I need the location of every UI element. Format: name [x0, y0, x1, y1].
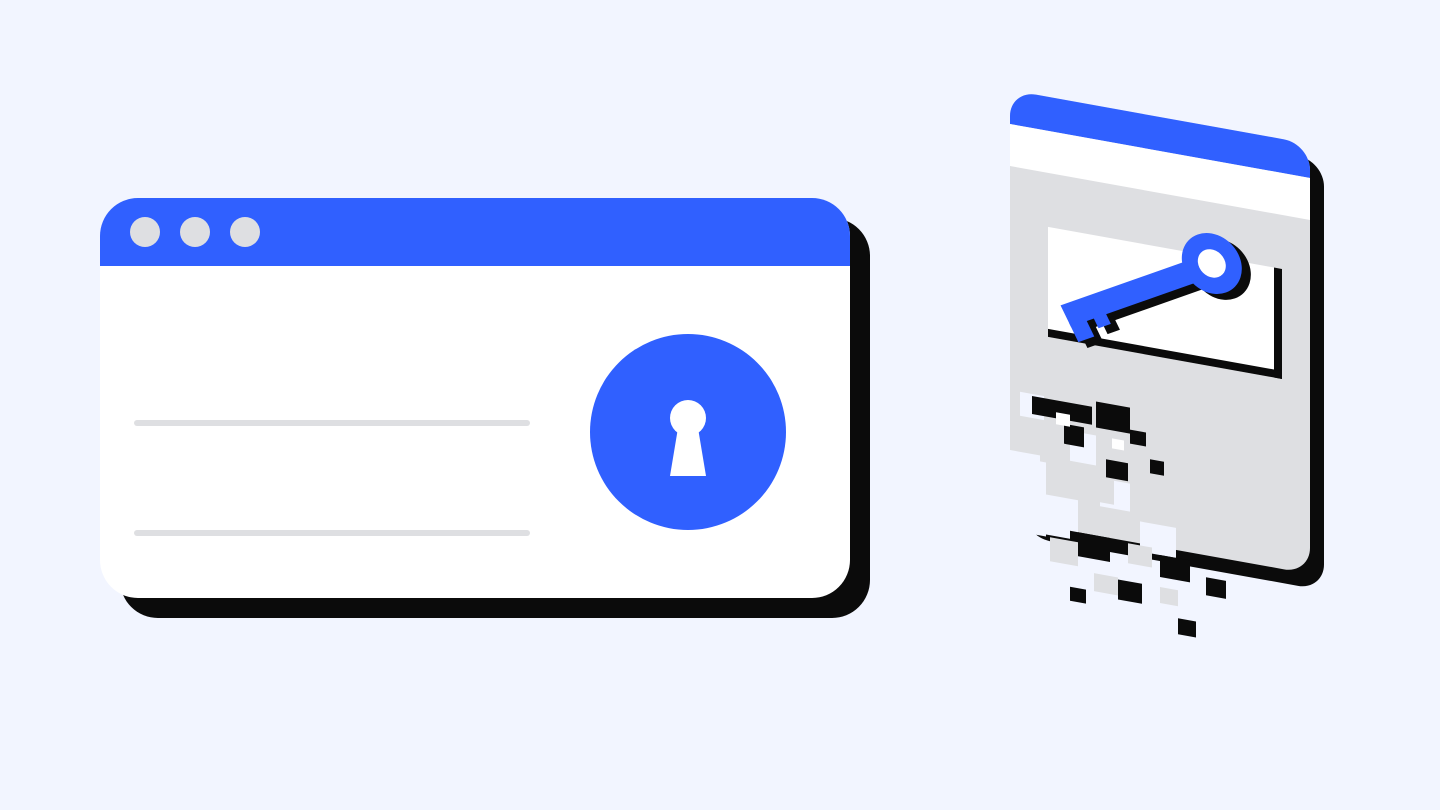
- window-dot-3: [230, 217, 260, 247]
- window-dots: [130, 217, 260, 247]
- lock-badge: [590, 334, 786, 530]
- illustration-svg: [0, 0, 1440, 810]
- login-window: [100, 198, 870, 618]
- security-illustration: [0, 0, 1440, 810]
- login-window-titlebar: [100, 198, 850, 266]
- window-dot-1: [130, 217, 160, 247]
- key-card-panel-edge-r: [1274, 268, 1282, 379]
- key-card: [1006, 89, 1324, 660]
- field-line-2: [134, 530, 530, 536]
- window-dot-2: [180, 217, 210, 247]
- field-line-1: [134, 420, 530, 426]
